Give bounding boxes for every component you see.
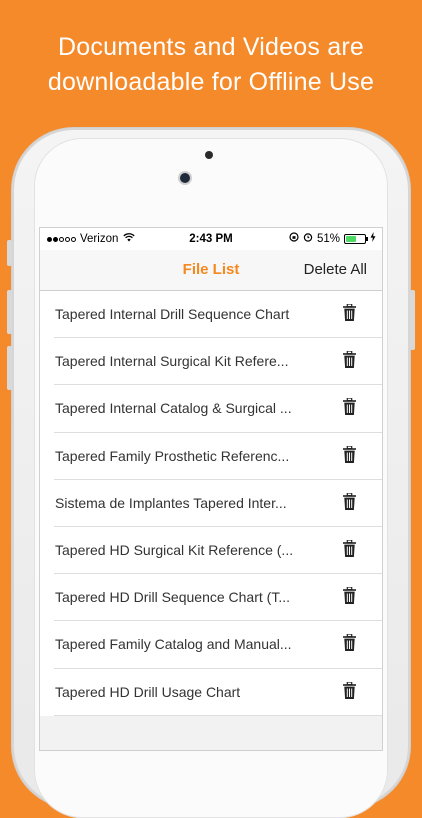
power-button (410, 290, 415, 350)
trash-icon[interactable] (343, 303, 356, 321)
phone-screen: Verizon 2:43 PM 51% File List Delete All… (40, 228, 382, 750)
list-footer (40, 716, 382, 750)
trash-icon[interactable] (343, 397, 356, 416)
file-row[interactable]: Tapered HD Surgical Kit Reference (... (40, 527, 382, 575)
trash-icon[interactable] (343, 680, 356, 699)
file-name: Tapered Family Prosthetic Referenc... (55, 447, 290, 464)
file-row[interactable]: Tapered Internal Drill Sequence Chart (40, 291, 382, 339)
file-name: Tapered Internal Surgical Kit Refere... (55, 353, 289, 370)
trash-icon[interactable] (343, 539, 356, 557)
headline-line-1: Documents and Videos are (58, 33, 364, 61)
volume-up-button (7, 290, 12, 334)
file-name: Tapered Internal Catalog & Surgical ... (55, 400, 292, 417)
battery-icon (344, 233, 368, 244)
file-row[interactable]: Sistema de Implantes Tapered Inter... (40, 480, 382, 528)
volume-down-button (7, 346, 12, 390)
trash-icon[interactable] (343, 444, 356, 463)
file-name: Tapered HD Drill Usage Chart (55, 683, 241, 700)
file-name: Tapered Family Catalog and Manual... (55, 636, 292, 653)
battery-percent: 51% (316, 232, 340, 245)
trash-icon[interactable] (343, 492, 356, 510)
trash-icon[interactable] (343, 633, 356, 652)
headline: Documents and Videos are downloadable fo… (0, 30, 422, 100)
file-name: Tapered HD Surgical Kit Reference (... (55, 541, 294, 558)
front-camera (180, 173, 190, 183)
file-list: Tapered Internal Drill Sequence Chart Tap… (40, 291, 382, 716)
file-row[interactable]: Tapered Family Catalog and Manual... (40, 621, 382, 669)
mute-switch (7, 240, 12, 266)
file-row[interactable]: Tapered HD Drill Sequence Chart (T... (40, 574, 382, 622)
alarm-icon (303, 232, 313, 245)
file-name: Tapered Internal Drill Sequence Chart (55, 306, 290, 322)
file-row[interactable]: Tapered Internal Catalog & Surgical ... (40, 385, 382, 433)
charging-icon (370, 232, 376, 245)
status-bar: Verizon 2:43 PM 51% (40, 228, 382, 250)
headline-line-2: downloadable for Offline Use (47, 68, 375, 96)
trash-icon[interactable] (343, 586, 356, 605)
file-row[interactable]: Tapered Internal Surgical Kit Refere... (40, 338, 382, 386)
delete-all-button[interactable]: Delete All (304, 261, 367, 278)
file-name: Tapered HD Drill Sequence Chart (T... (55, 589, 290, 606)
file-name: Sistema de Implantes Tapered Inter... (55, 494, 287, 511)
file-row[interactable]: Tapered HD Drill Usage Chart (40, 669, 382, 716)
proximity-sensor (205, 151, 213, 159)
rotation-lock-icon (289, 232, 299, 245)
trash-icon[interactable] (343, 350, 356, 369)
file-row[interactable]: Tapered Family Prosthetic Referenc... (40, 433, 382, 480)
nav-bar: File List Delete All (40, 250, 382, 291)
